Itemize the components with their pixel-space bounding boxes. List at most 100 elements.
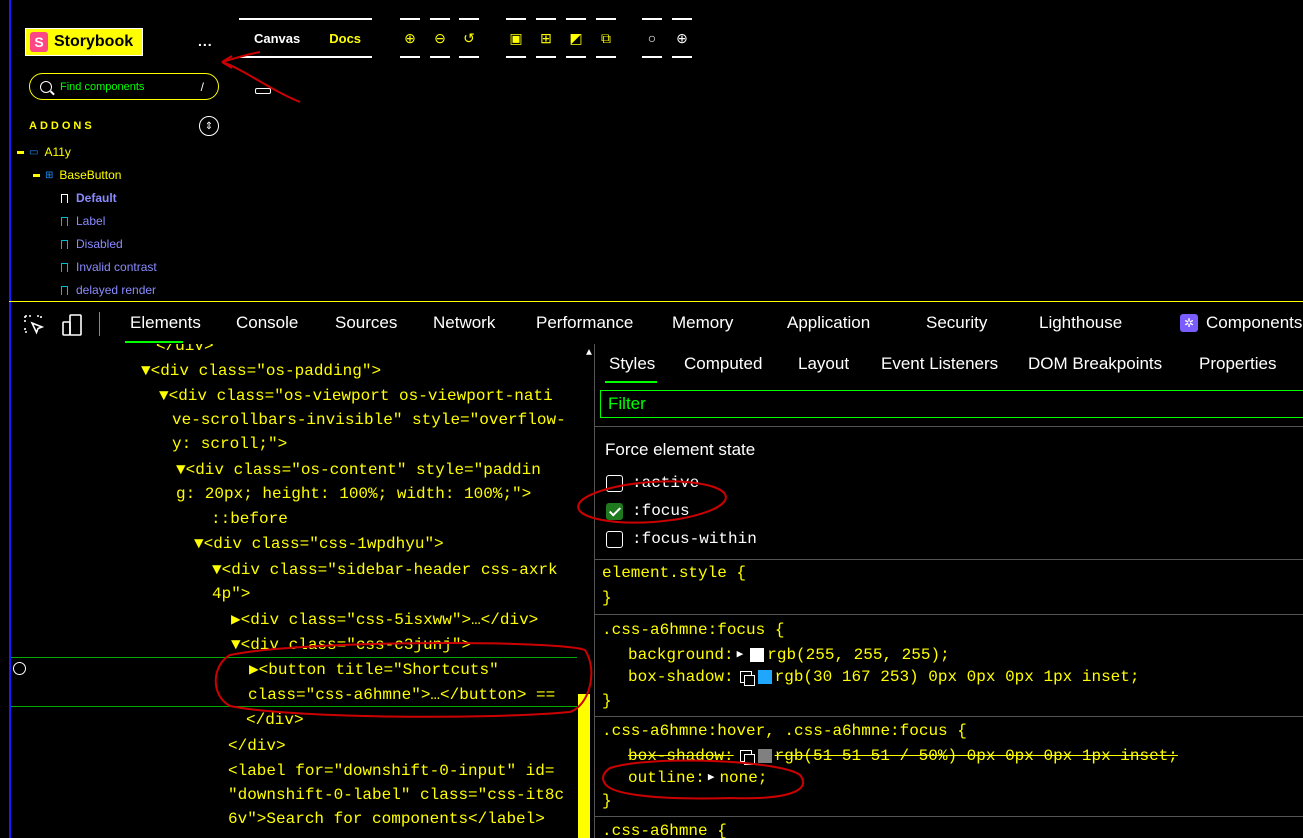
grid-icon[interactable]: ⊞ [536,18,556,58]
tab-network[interactable]: Network [433,313,495,333]
dom-line[interactable]: ▼<div class="css-c3junj"> [231,633,471,657]
viewport-icon[interactable]: ⧉ [596,18,616,58]
elements-scrollbar[interactable] [578,694,590,838]
elements-tree[interactable]: ▲ </div> ▼<div class="os-padding"> ▼<div… [11,344,594,838]
search-input[interactable]: Find components / [29,73,219,100]
inspect-element-icon[interactable] [23,314,45,336]
tree-component-basebutton[interactable]: ⊞ BaseButton [33,168,121,182]
tab-event-listeners[interactable]: Event Listeners [881,354,998,374]
tab-sources[interactable]: Sources [335,313,397,333]
collapse-all-icon[interactable]: ⇕ [199,116,219,136]
tab-components[interactable]: ✲ Components [1180,313,1302,333]
state-focus-checkbox[interactable]: :focus [606,502,690,520]
tree-component-label: BaseButton [59,168,122,182]
story-disabled[interactable]: Disabled [61,237,123,251]
state-focus-within-checkbox[interactable]: :focus-within [606,530,757,548]
rule-base-selector[interactable]: .css-a6hmne { [602,820,727,838]
bookmark-icon [61,285,68,295]
toolbar-divider [99,312,100,336]
shadow-editor-icon[interactable] [739,671,755,686]
story-invalid-contrast[interactable]: Invalid contrast [61,260,157,274]
color-swatch[interactable] [750,648,765,662]
rule-focus-selector[interactable]: .css-a6hmne:focus { [602,619,784,641]
checkbox-checked-icon [606,502,623,520]
dom-line[interactable]: "downshift-0-label" class="css-it8c [228,783,564,807]
tab-console[interactable]: Console [236,313,298,333]
story-label-item[interactable]: Label [61,214,105,228]
dom-line[interactable]: 4p"> [212,582,250,606]
dom-line[interactable]: ▼<div class="sidebar-header css-axrk [212,558,558,582]
prop-value: rgb(51 51 51 / 50%) 0px 0px 0px 1px inse… [774,747,1178,765]
story-default[interactable]: Default [61,191,117,205]
prop-background[interactable]: background: ▶ rgb(255, 255, 255); [628,644,950,666]
dom-line[interactable]: 6v">Search for components</label> [228,807,545,831]
tab-elements[interactable]: Elements [130,313,201,333]
rule-element-style-selector[interactable]: element.style { [602,562,746,584]
dom-line[interactable]: ▼<div class="css-1wpdhyu"> [194,532,444,556]
expand-triangle-icon[interactable]: ▶ [708,767,715,789]
dom-line[interactable]: </div> [228,734,286,758]
shortcuts-button[interactable] [255,88,271,94]
color-swatch[interactable] [757,670,772,684]
prop-box-shadow-overridden[interactable]: box-shadow: rgb(51 51 51 / 50%) 0px 0px … [628,745,1178,767]
globe-icon[interactable]: ⊕ [672,18,692,58]
prop-outline[interactable]: outline: ▶ none; [628,767,767,789]
contrast-icon[interactable]: ◩ [566,18,586,58]
search-icon [40,80,52,93]
tree-group-a11y[interactable]: ▭ A11y [17,145,71,159]
tab-docs[interactable]: Docs [329,31,361,46]
dom-line-selected[interactable]: ▶<button title="Shortcuts" [249,658,499,682]
state-active-checkbox[interactable]: :active [606,474,699,492]
dom-line[interactable]: </div> [246,708,304,732]
tab-performance[interactable]: Performance [536,313,633,333]
storybook-logo-text: Storybook [54,33,134,50]
more-options-button[interactable]: ... [198,33,213,49]
zoom-in-icon[interactable]: ⊕ [400,18,420,58]
dom-line[interactable]: g: 20px; height: 100%; width: 100%;"> [176,482,531,506]
react-icon: ✲ [1180,314,1198,332]
dom-line[interactable]: ▼<div class="os-padding"> [141,359,381,383]
outline-icon[interactable]: ○ [642,18,662,58]
dom-line[interactable]: ve-scrollbars-invisible" style="overflow… [172,408,566,432]
dom-line[interactable]: ▼<div class="os-content" style="paddin [176,458,541,482]
expand-triangle-icon[interactable]: ▶ [737,644,744,666]
color-swatch[interactable] [757,749,772,763]
dom-line[interactable]: y: scroll;"> [172,432,287,456]
tab-properties[interactable]: Properties [1199,354,1276,374]
zoom-reset-icon[interactable]: ↺ [459,18,479,58]
tab-lighthouse[interactable]: Lighthouse [1039,313,1122,333]
dom-line[interactable]: ▼<div class="os-viewport os-viewport-nat… [159,384,553,408]
prop-box-shadow[interactable]: box-shadow: rgb(30 167 253) 0px 0px 0px … [628,666,1139,688]
dom-line[interactable]: ▶<div class="css-5isxww">…</div> [231,608,538,632]
shadow-editor-icon[interactable] [739,750,755,765]
zoom-out-icon[interactable]: ⊖ [430,18,450,58]
device-toolbar-icon[interactable] [61,314,83,336]
tab-memory[interactable]: Memory [672,313,733,333]
rule-hover-focus-selector[interactable]: .css-a6hmne:hover, .css-a6hmne:focus { [602,720,967,742]
tab-dom-breakpoints[interactable]: DOM Breakpoints [1028,354,1162,374]
story-label: Disabled [76,237,123,251]
active-styles-tab-indicator [605,381,657,383]
tab-computed[interactable]: Computed [684,354,762,374]
storybook-logo[interactable]: S Storybook [25,28,143,56]
story-label: Invalid contrast [76,260,157,274]
section-divider [595,816,1303,817]
checkbox-icon [606,530,623,548]
tab-canvas[interactable]: Canvas [254,31,300,46]
dom-line[interactable]: <label for="downshift-0-input" id= [228,759,554,783]
dom-line-selected[interactable]: class="css-a6hmne">…</button> == [248,683,555,707]
story-delayed-render[interactable]: delayed render [61,283,156,297]
tab-layout[interactable]: Layout [798,354,849,374]
background-icon[interactable]: ▣ [506,18,526,58]
section-divider [595,716,1303,717]
story-label: Default [76,191,117,205]
tab-security[interactable]: Security [926,313,987,333]
tab-styles[interactable]: Styles [609,354,655,374]
dom-line[interactable]: ::before [211,507,288,531]
force-state-title: Force element state [605,440,756,459]
storybook-panel: S Storybook ... Find components / Canvas… [0,0,1303,838]
scroll-up-arrow-icon[interactable]: ▲ [586,348,592,359]
styles-filter-input[interactable]: Filter [600,390,1303,418]
dom-line[interactable]: </div> [156,344,214,358]
tab-application[interactable]: Application [787,313,870,333]
